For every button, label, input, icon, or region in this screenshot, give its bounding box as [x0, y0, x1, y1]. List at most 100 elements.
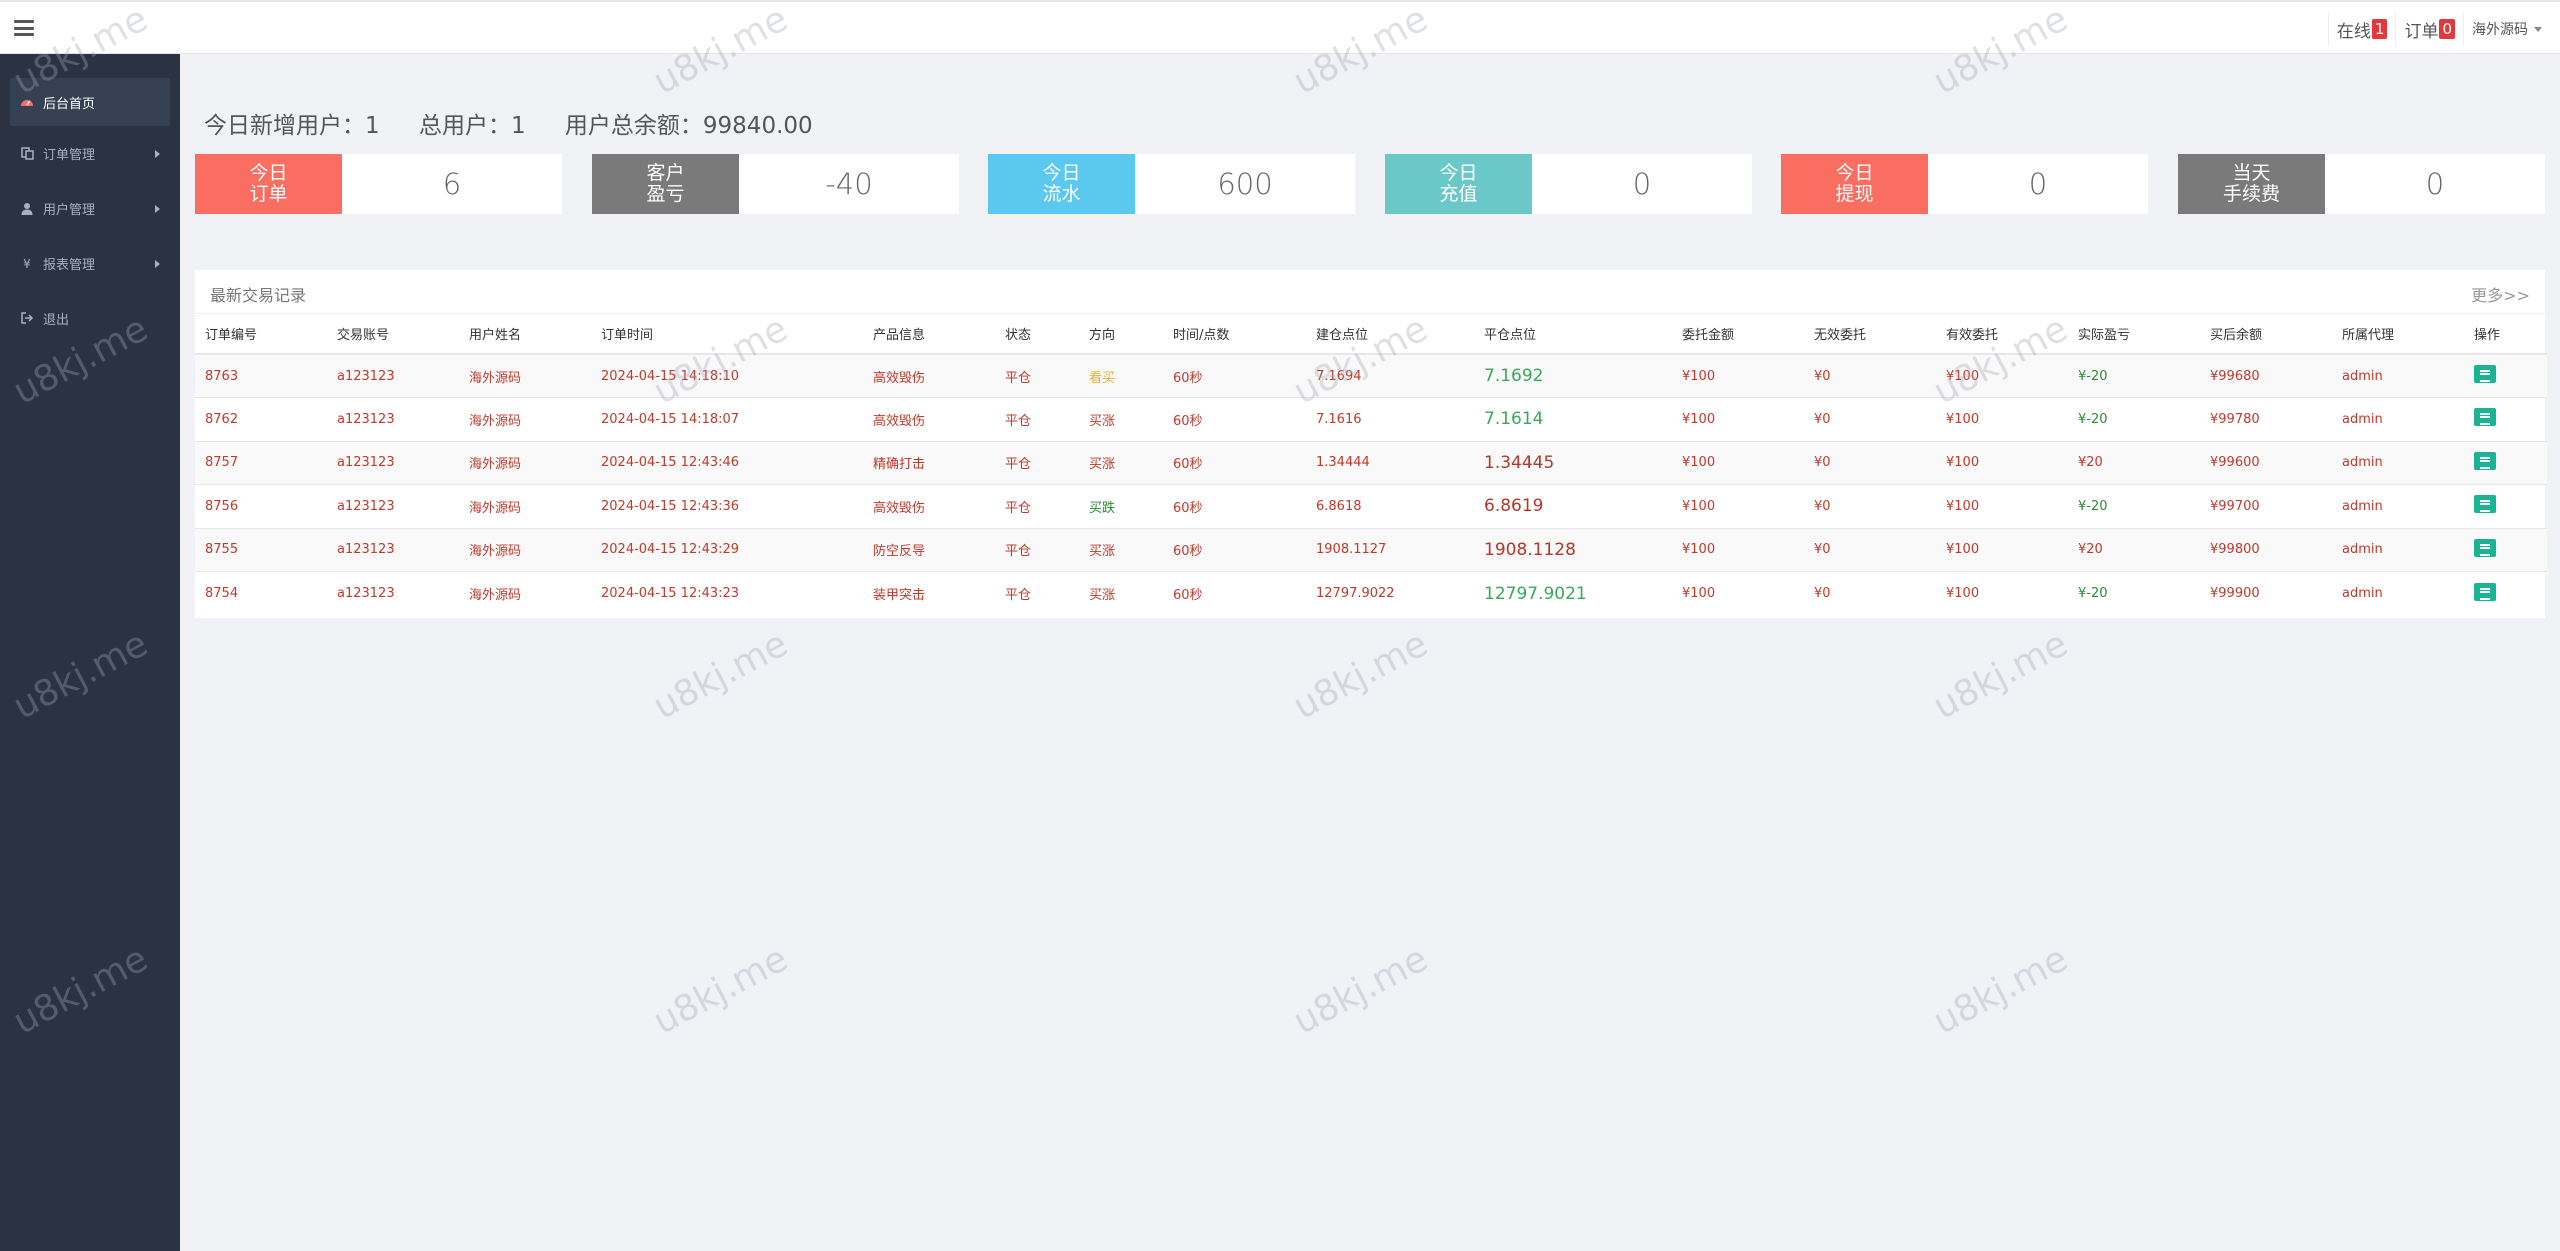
table-cell: ¥99700 [2200, 484, 2332, 528]
table-cell: 海外源码 [459, 397, 591, 441]
stat-card-label-line: 充值 [1439, 183, 1478, 205]
table-cell: 平仓 [995, 527, 1079, 572]
column-header: 用户姓名 [459, 314, 591, 355]
column-header: 订单编号 [195, 314, 327, 355]
view-detail-button[interactable] [2474, 451, 2496, 470]
table-row: 8763 a123123 海外源码 2024-04-15 14:18:10 高效毁伤 平仓… [195, 353, 2547, 398]
column-header: 无效委托 [1804, 314, 1936, 355]
table-cell: ¥20 [2068, 440, 2200, 485]
table-cell [2464, 527, 2547, 572]
user-menu[interactable]: 海外源码 [2463, 12, 2550, 46]
sidebar-item-label: 订单管理 [43, 148, 96, 163]
menu-toggle-icon[interactable] [14, 20, 34, 36]
trades-table: 订单编号 交易账号 用户姓名 订单时间 产品信息 状态 方向 时间/点数 建仓点位 平仓点位 委托金… [195, 314, 2547, 615]
table-cell: 买跌 [1079, 484, 1163, 528]
table-cell: ¥100 [1672, 440, 1804, 485]
column-header: 买后余额 [2200, 314, 2332, 355]
table-cell: admin [2332, 527, 2464, 572]
table-cell: 海外源码 [459, 440, 591, 485]
more-link[interactable]: 更多>> [2471, 282, 2530, 306]
table-cell: 买涨 [1079, 440, 1163, 485]
total-users-stat: 总用户：1 [419, 113, 526, 139]
table-cell: 60秒 [1163, 484, 1306, 528]
table-cell: a123123 [327, 527, 459, 572]
online-indicator[interactable]: 在线 1 [2327, 12, 2396, 46]
table-cell: 2024-04-15 14:18:07 [591, 397, 863, 441]
stat-cards: 今日 订单 6 客户 盈亏 -40 今日 流水 600 今日 充值 0 今日 提现 0 当天 手续费 0 [195, 154, 2545, 214]
table-cell: a123123 [327, 484, 459, 528]
table-cell: 60秒 [1163, 571, 1306, 615]
table-cell: ¥100 [1672, 353, 1804, 398]
table-cell: 7.1692 [1474, 353, 1672, 398]
table-cell: 7.1694 [1306, 353, 1474, 398]
table-cell: 平仓 [995, 397, 1079, 441]
sidebar-item-reports[interactable]: ¥ 报表管理 [0, 236, 180, 291]
balance-label: 用户总余额： [564, 113, 703, 139]
table-cell: 1.34444 [1306, 440, 1474, 485]
online-label: 在线 [2336, 21, 2371, 42]
table-cell: 高效毁伤 [863, 353, 995, 398]
table-cell: ¥100 [1936, 527, 2068, 572]
signout-icon [20, 311, 34, 326]
table-cell: 6.8618 [1306, 484, 1474, 528]
recent-trades-panel: 最新交易记录 更多>> 订单编号 交易账号 用户姓名 订单时间 产品信息 状态 方向 时间/点… [195, 270, 2547, 618]
stat-card-value: -40 [825, 167, 873, 201]
column-header: 产品信息 [863, 314, 995, 355]
view-detail-button[interactable] [2474, 365, 2496, 383]
table-cell: 12797.9021 [1474, 571, 1672, 615]
stat-card-label-line: 流水 [1042, 183, 1081, 205]
table-cell: ¥-20 [2068, 484, 2200, 528]
view-detail-button[interactable] [2474, 582, 2496, 601]
table-cell: ¥100 [1672, 397, 1804, 441]
sidebar-item-dashboard[interactable]: 后台首页 [10, 78, 170, 126]
table-cell: 看买 [1079, 353, 1163, 398]
watermark: u8kj.me [1926, 623, 2075, 728]
table-cell: admin [2332, 440, 2464, 485]
sidebar-item-orders[interactable]: 订单管理 [0, 126, 180, 181]
table-row: 8762 a123123 海外源码 2024-04-15 14:18:07 高效毁伤 平仓… [195, 397, 2547, 441]
column-header: 状态 [995, 314, 1079, 355]
watermark: u8kj.me [646, 938, 795, 1043]
stat-card-label: 今日 流水 [988, 154, 1135, 214]
stat-card-label-line: 提现 [1835, 183, 1874, 205]
table-cell: a123123 [327, 571, 459, 615]
table-cell: 6.8619 [1474, 484, 1672, 528]
stat-card-label-line: 订单 [249, 183, 288, 205]
sidebar-item-label: 报表管理 [43, 258, 96, 273]
table-cell: 7.1616 [1306, 397, 1474, 441]
stat-card-label-line: 今日 [1439, 162, 1478, 184]
table-cell: 平仓 [995, 484, 1079, 528]
sidebar-item-users[interactable]: 用户管理 [0, 181, 180, 236]
table-cell: 60秒 [1163, 527, 1306, 572]
sidebar-item-label: 后台首页 [43, 96, 96, 112]
stat-card-label-line: 当天 [2232, 162, 2271, 184]
table-cell: ¥99900 [2200, 571, 2332, 615]
table-cell: 8762 [195, 397, 327, 441]
user-summary: 今日新增用户：1 总用户：1 用户总余额：99840.00 [204, 106, 845, 140]
column-header: 委托金额 [1672, 314, 1804, 355]
sidebar-item-logout[interactable]: 退出 [0, 291, 180, 346]
view-detail-button[interactable] [2474, 495, 2496, 514]
column-header: 操作 [2464, 314, 2547, 355]
table-cell: 买涨 [1079, 571, 1163, 615]
panel-header: 最新交易记录 更多>> [195, 270, 2545, 314]
table-cell: ¥100 [1672, 527, 1804, 572]
stat-card-value: 600 [1217, 167, 1273, 201]
view-detail-button[interactable] [2474, 538, 2496, 557]
column-header: 时间/点数 [1163, 314, 1306, 355]
user-icon [20, 202, 34, 216]
table-cell: ¥100 [1936, 571, 2068, 615]
watermark: u8kj.me [646, 623, 795, 728]
balance-stat: 用户总余额：99840.00 [565, 113, 813, 139]
table-cell [2464, 571, 2547, 615]
stat-card-value: 0 [2028, 167, 2048, 201]
table-cell: 平仓 [995, 440, 1079, 485]
table-cell: ¥0 [1804, 397, 1936, 441]
table-cell [2464, 484, 2547, 528]
orders-indicator[interactable]: 订单 0 [2395, 12, 2463, 46]
table-cell: ¥99780 [2200, 397, 2332, 441]
table-cell: 买涨 [1079, 527, 1163, 572]
table-cell [2464, 353, 2547, 398]
view-detail-button[interactable] [2474, 408, 2496, 427]
table-cell: ¥99800 [2200, 527, 2332, 572]
